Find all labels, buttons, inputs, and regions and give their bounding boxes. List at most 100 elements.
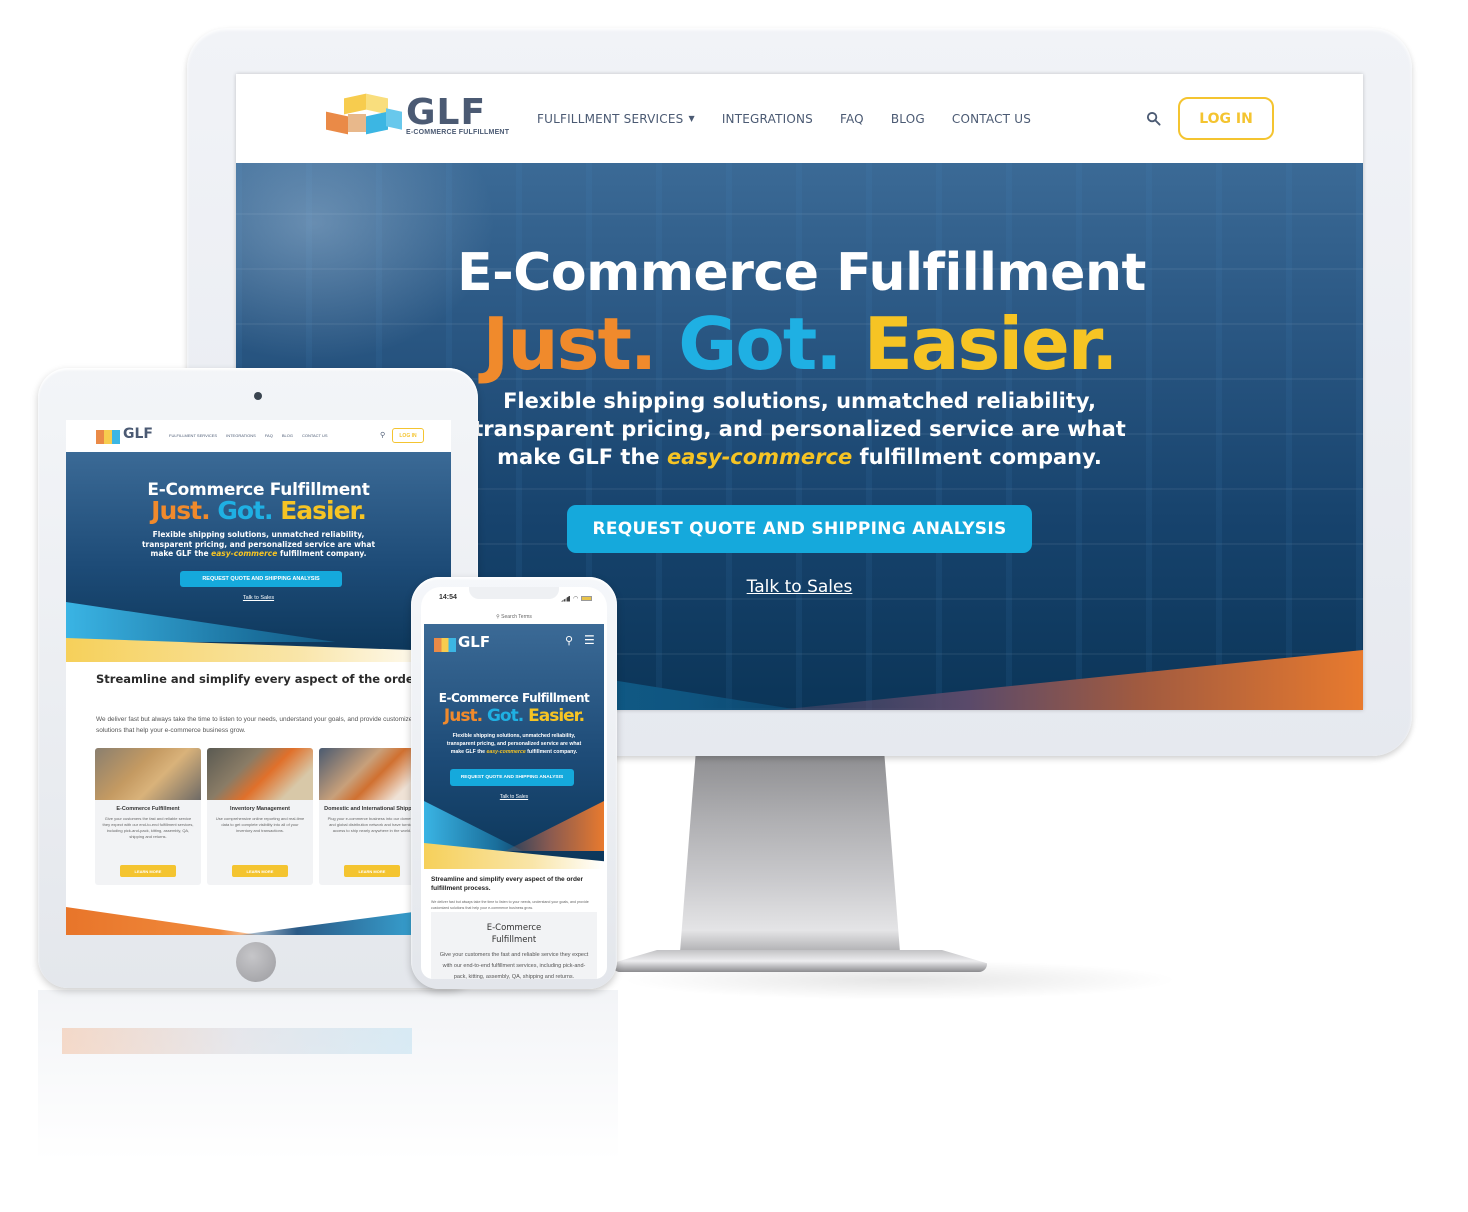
learn-more-button[interactable]: LEARN MORE	[120, 865, 176, 877]
hero-desc-line: transparent pricing, and personalized se…	[141, 539, 376, 549]
tagline-got: Got.	[678, 302, 842, 386]
hero-desc-text: make GLF the	[450, 749, 487, 755]
card-text: Plug your e-commerce business into our d…	[327, 816, 417, 833]
hero-desc-text: make GLF the	[497, 445, 667, 469]
request-quote-button[interactable]: REQUEST QUOTE AND SHIPPING ANALYSIS	[180, 571, 342, 587]
card-image-worker	[207, 748, 313, 800]
login-button[interactable]: LOG IN	[392, 428, 424, 443]
logo-boxes-icon	[326, 93, 402, 136]
nav-contact-us[interactable]: CONTACT US	[952, 112, 1031, 126]
nav-label: FULFILLMENT SERVICES	[537, 112, 684, 126]
login-button[interactable]: LOG IN	[1178, 97, 1274, 140]
logo-wordmark: GLF	[406, 91, 487, 133]
tablet-site-header: GLF FULFILLMENT SERVICES INTEGRATIONS FA…	[66, 420, 451, 452]
hero-desc-line: Flexible shipping solutions, unmatched r…	[152, 530, 365, 539]
tablet-home-button[interactable]	[236, 942, 276, 982]
status-bar-icons: ◠	[561, 595, 593, 602]
hero-tagline: Just. Got. Easier.	[424, 706, 604, 726]
signal-icon	[561, 595, 570, 602]
request-quote-button[interactable]: REQUEST QUOTE AND SHIPPING ANALYSIS	[450, 769, 574, 786]
nav-faq[interactable]: FAQ	[265, 433, 273, 438]
tagline-easier: Easier.	[528, 706, 585, 726]
hero-desc-line: transparent pricing, and personalized se…	[446, 741, 582, 747]
tagline-just: Just.	[151, 496, 210, 525]
hero-desc-text: make GLF the	[150, 549, 212, 558]
section-description: We deliver fast but always take the time…	[431, 900, 589, 910]
battery-icon	[581, 596, 593, 601]
logo-boxes-icon	[434, 638, 456, 652]
section-title: Streamline and simplify every aspect of …	[431, 876, 584, 892]
hero-tagline: Just. Got. Easier.	[66, 496, 451, 525]
nav-blog[interactable]: BLOG	[282, 433, 293, 438]
search-icon[interactable]	[1146, 111, 1161, 126]
tagline-just: Just.	[482, 302, 658, 386]
phone-hero: GLF ⚲ ☰ E-Commerce Fulfillment Just. Got…	[424, 624, 604, 869]
card-title: E-Commerce Fulfillment	[116, 806, 180, 812]
monitor-stand-neck	[679, 756, 901, 961]
search-placeholder: Search Terms	[501, 614, 532, 620]
tablet-logo[interactable]: GLF	[123, 426, 153, 442]
learn-more-button[interactable]: LEARN MORE	[232, 865, 288, 877]
tagline-just: Just.	[443, 706, 483, 726]
phone-notch	[469, 587, 559, 599]
card-title: Inventory Management	[230, 806, 290, 812]
hero-title: E-Commerce Fulfillment	[438, 691, 590, 705]
service-card: Inventory Management Use comprehensive o…	[207, 748, 313, 885]
talk-to-sales-link[interactable]: Talk to Sales	[66, 595, 451, 601]
hero-desc-highlight: easy-commerce	[486, 749, 526, 755]
card-image-boxes	[95, 748, 201, 800]
wifi-icon: ◠	[573, 596, 579, 602]
search-icon[interactable]: ⚲	[565, 634, 573, 647]
browser-search-bar[interactable]: ⚲ Search Terms	[421, 614, 607, 620]
tablet-reflection-strip	[62, 1028, 412, 1054]
tablet-hero: E-Commerce Fulfillment Just. Got. Easier…	[66, 452, 451, 662]
devices-reflection	[38, 990, 618, 1180]
site-header: GLF E-COMMERCE FULFILLMENT FULFILLMENT S…	[236, 74, 1363, 163]
glf-logo[interactable]: GLF E-COMMERCE FULFILLMENT	[326, 91, 509, 136]
request-quote-button[interactable]: REQUEST QUOTE AND SHIPPING ANALYSIS	[567, 505, 1032, 553]
status-bar-time: 14:54	[439, 594, 457, 601]
card-text: Use comprehensive online reporting and r…	[215, 816, 305, 833]
monitor-stand-base	[612, 950, 987, 972]
tagline-got: Got.	[217, 496, 273, 525]
hero-wave-blue	[66, 602, 336, 642]
nav-blog[interactable]: BLOG	[891, 112, 925, 126]
phone-logo[interactable]: GLF	[458, 633, 490, 651]
hero-desc-text: fulfillment company.	[277, 549, 367, 558]
hero-desc-text: fulfillment company.	[525, 749, 578, 755]
section-description: We deliver fast but always take the time…	[96, 716, 416, 734]
card-text: Give your customers the fast and reliabl…	[439, 952, 589, 979]
tagline-easier: Easier.	[863, 302, 1119, 386]
hero-desc-line: make GLF the easy-commerce fulfillment c…	[66, 549, 451, 559]
tablet-nav: FULFILLMENT SERVICES INTEGRATIONS FAQ BL…	[169, 433, 328, 438]
tagline-easier: Easier.	[280, 496, 367, 525]
search-icon[interactable]: ⚲	[380, 431, 385, 439]
phone-screen: 14:54 ◠ ⚲ Search Terms GLF ⚲ ☰ E-Commerc…	[421, 587, 607, 979]
service-card: Domestic and International Shipping Plug…	[319, 748, 425, 885]
card-title: Domestic and International Shipping	[324, 806, 420, 812]
nav-faq[interactable]: FAQ	[840, 112, 864, 126]
logo-boxes-icon	[96, 430, 120, 444]
service-cards: E-Commerce Fulfillment Give your custome…	[95, 748, 425, 885]
tagline-got: Got.	[486, 706, 524, 726]
learn-more-button[interactable]: LEARN MORE	[344, 865, 400, 877]
hero-description: Flexible shipping solutions, unmatched r…	[66, 530, 451, 559]
nav-fulfillment-services[interactable]: FULFILLMENT SERVICES	[169, 433, 217, 438]
nav-integrations[interactable]: INTEGRATIONS	[226, 433, 256, 438]
nav-integrations[interactable]: INTEGRATIONS	[722, 112, 813, 126]
tablet-camera	[254, 392, 262, 400]
hero-desc-line: Flexible shipping solutions, unmatched r…	[452, 733, 576, 739]
main-nav: FULFILLMENT SERVICES ▼ INTEGRATIONS FAQ B…	[537, 112, 1058, 126]
card-text: Give your customers the fast and reliabl…	[102, 816, 194, 839]
hero-description: Flexible shipping solutions, unmatched r…	[424, 732, 604, 756]
talk-to-sales-link[interactable]: Talk to Sales	[424, 794, 604, 800]
caret-down-icon: ▼	[688, 114, 695, 123]
service-card: E-Commerce Fulfillment Give your custome…	[95, 748, 201, 885]
phone-device: 14:54 ◠ ⚲ Search Terms GLF ⚲ ☰ E-Commerc…	[411, 577, 617, 989]
hero-title: E-Commerce Fulfillment	[457, 243, 1146, 303]
card-image-delivery	[319, 748, 425, 800]
nav-contact-us[interactable]: CONTACT US	[302, 433, 328, 438]
hero-desc-highlight: easy-commerce	[211, 549, 278, 558]
hamburger-menu-icon[interactable]: ☰	[584, 633, 595, 647]
nav-fulfillment-services[interactable]: FULFILLMENT SERVICES ▼	[537, 112, 695, 126]
